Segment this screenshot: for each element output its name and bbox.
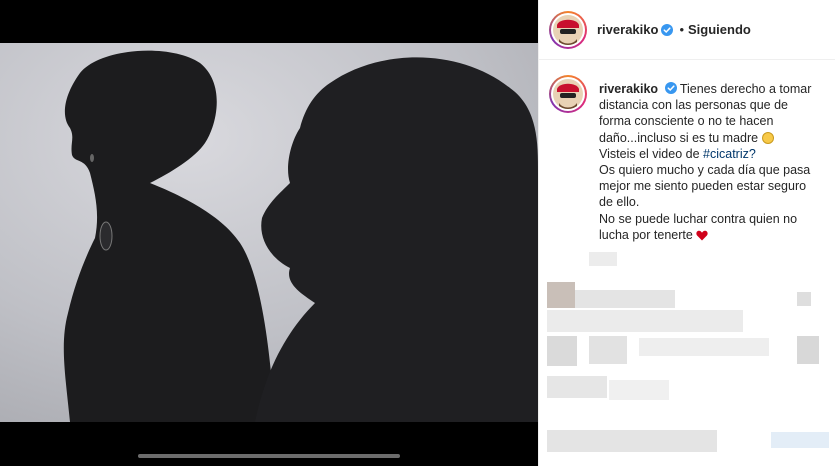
header-username[interactable]: riverakiko	[597, 22, 658, 37]
blurred-block	[547, 282, 575, 308]
header-separator: •	[679, 22, 684, 37]
caption-line: distancia con las personas que de	[599, 98, 789, 113]
blurred-block	[589, 336, 627, 364]
post-caption: riverakiko Tienes derecho a tomar distan…	[549, 75, 829, 243]
caption-line: mejor me siento pueden estar seguro	[599, 179, 807, 194]
caption-line: daño...incluso si es tu madre	[599, 130, 759, 145]
avatar-ring	[551, 77, 585, 111]
red-heart-icon	[696, 230, 708, 241]
hashtag-link[interactable]: #cicatriz?	[703, 147, 756, 161]
blurred-block	[547, 430, 717, 452]
following-button[interactable]: Siguiendo	[688, 22, 751, 37]
blurred-block	[547, 310, 743, 332]
caption-line: de ello.	[599, 195, 640, 210]
post-side-panel: riverakiko • Siguiendo riverakiko Tienes…	[538, 0, 835, 466]
media-progress-bar[interactable]	[138, 454, 400, 458]
post-media[interactable]	[0, 0, 538, 466]
caption-line: Os quiero mucho y cada día que pasa	[599, 163, 811, 178]
caption-text: riverakiko Tienes derecho a tomar distan…	[599, 81, 829, 243]
instagram-post: riverakiko • Siguiendo riverakiko Tienes…	[0, 0, 835, 466]
verified-badge-icon	[664, 82, 677, 94]
blurred-block	[771, 432, 829, 448]
caption-line-with-heart: lucha por tenerte	[599, 227, 829, 243]
smile-emoji-icon	[761, 131, 774, 144]
blurred-block	[575, 290, 675, 308]
blurred-block	[547, 376, 607, 398]
avatar-ring	[551, 12, 585, 47]
caption-avatar[interactable]	[549, 75, 587, 113]
caption-line: Visteis el video de	[599, 146, 700, 161]
caption-line: No se puede luchar contra quien no	[599, 211, 798, 226]
verified-badge-icon	[661, 23, 674, 36]
blurred-block	[797, 336, 819, 364]
blurred-block	[797, 292, 811, 306]
blurred-block	[639, 338, 769, 356]
blurred-block	[609, 380, 669, 400]
blurred-block	[589, 252, 617, 266]
caption-line-with-hashtag: Visteis el video de #cicatriz?	[599, 146, 829, 162]
avatar-image	[553, 79, 583, 109]
caption-line: Tienes derecho a tomar	[679, 82, 812, 96]
caption-line: forma consciente o no te hacen	[599, 114, 774, 129]
post-header: riverakiko • Siguiendo	[539, 0, 835, 60]
avatar[interactable]	[549, 10, 587, 49]
avatar-image	[553, 14, 583, 45]
caption-line: lucha por tenerte	[599, 227, 693, 242]
post-image-silhouettes	[0, 43, 538, 422]
blurred-block	[547, 336, 577, 366]
caption-line-with-emoji: daño...incluso si es tu madre	[599, 130, 829, 146]
caption-username[interactable]: riverakiko	[599, 82, 658, 96]
